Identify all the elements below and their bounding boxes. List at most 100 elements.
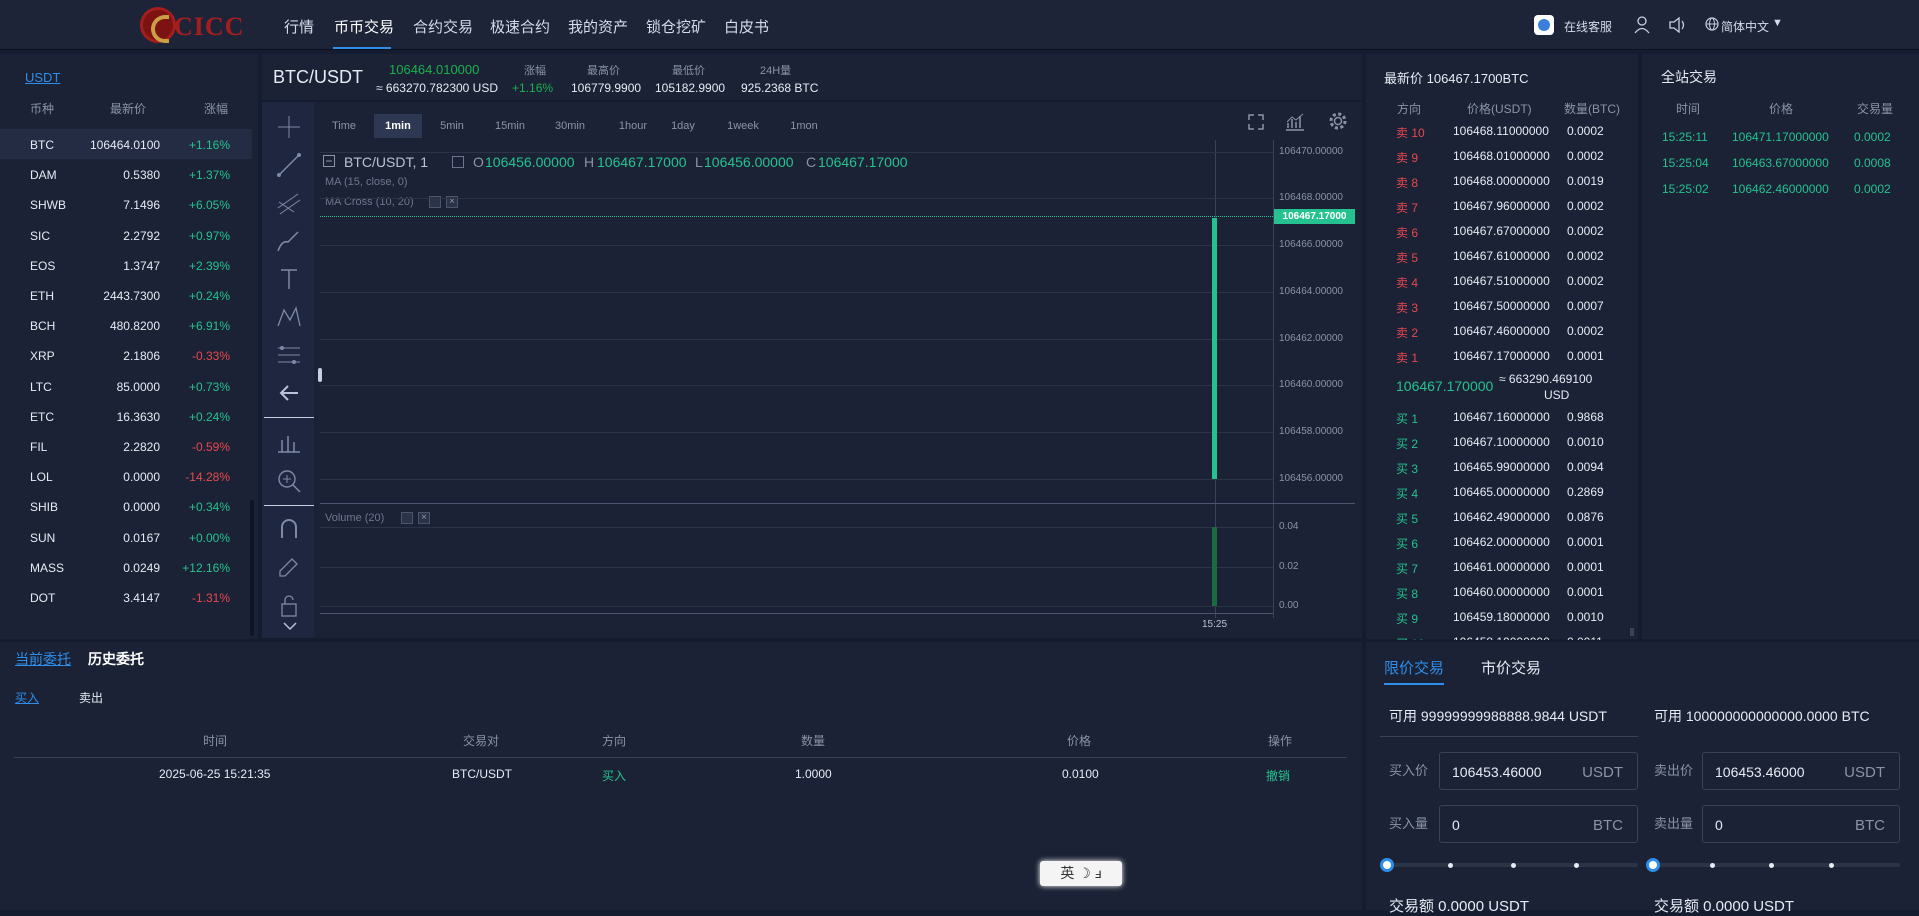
list-item[interactable]: FIL 2.2820 -0.59% <box>0 431 252 461</box>
ask-row[interactable]: 卖 9 106468.01000000 0.0002 <box>1366 143 1636 168</box>
bid-row[interactable]: 买 3 106465.99000000 0.0094 <box>1366 454 1636 479</box>
cancel-order-button[interactable]: 撤销 <box>1266 767 1290 784</box>
user-icon[interactable] <box>1634 16 1650 34</box>
magnet-icon[interactable] <box>274 514 304 544</box>
ask-row[interactable]: 卖 4 106467.51000000 0.0002 <box>1366 268 1636 293</box>
buy-slider-75[interactable] <box>1574 863 1579 868</box>
chevron-down-icon[interactable] <box>282 620 298 632</box>
list-item[interactable]: SIC 2.2792 +0.97% <box>0 220 252 250</box>
list-item[interactable]: ADA 0.5824 -0.02% <box>0 612 252 622</box>
tab-current-orders[interactable]: 当前委托 <box>15 649 71 669</box>
list-item[interactable]: SUN 0.0167 +0.00% <box>0 522 252 552</box>
market-scrollbar[interactable] <box>250 500 254 636</box>
ime-toolbar[interactable]: 英 ☽ ⅎ <box>1040 861 1122 886</box>
buy-slider-50[interactable] <box>1511 863 1516 868</box>
legend-settings-icon[interactable] <box>452 156 464 168</box>
brush-icon[interactable] <box>274 226 304 256</box>
prediction-icon[interactable] <box>274 340 304 370</box>
sell-slider-50[interactable] <box>1769 863 1774 868</box>
volume-close-icon[interactable]: × <box>418 512 430 524</box>
customer-service-icon[interactable] <box>1534 15 1554 35</box>
measure-icon[interactable] <box>274 428 304 458</box>
pattern-icon[interactable] <box>274 302 304 332</box>
indicators-icon[interactable] <box>1284 112 1306 132</box>
ask-row[interactable]: 卖 2 106467.46000000 0.0002 <box>1366 318 1636 343</box>
list-item[interactable]: EOS 1.3747 +2.39% <box>0 250 252 280</box>
crosshair-icon[interactable] <box>274 112 304 142</box>
fib-icon[interactable] <box>274 188 304 218</box>
settings-gear-icon[interactable] <box>1328 111 1348 131</box>
text-tool-icon[interactable] <box>274 264 304 294</box>
fullscreen-icon[interactable] <box>1246 112 1266 132</box>
brand-logo[interactable]: CICC <box>138 6 248 44</box>
speaker-icon[interactable] <box>1669 17 1687 33</box>
buy-slider-25[interactable] <box>1448 863 1453 868</box>
timeframe-1day[interactable]: 1day <box>664 114 702 138</box>
arrow-left-icon[interactable] <box>274 378 304 408</box>
timeframe-30min[interactable]: 30min <box>546 114 594 138</box>
pencil-lock-icon[interactable] <box>274 552 304 582</box>
list-item[interactable]: DOT 3.4147 -1.31% <box>0 582 252 612</box>
timeframe-Time[interactable]: Time <box>324 114 364 138</box>
ask-row[interactable]: 卖 10 106468.11000000 0.0002 <box>1366 118 1636 143</box>
nav-market[interactable]: 行情 <box>284 16 314 37</box>
timeframe-1mon[interactable]: 1mon <box>782 114 826 138</box>
ask-row[interactable]: 卖 8 106468.00000000 0.0019 <box>1366 168 1636 193</box>
nav-assets[interactable]: 我的资产 <box>568 16 628 37</box>
chevron-down-icon[interactable]: ▼ <box>1772 17 1783 29</box>
subtab-buy[interactable]: 买入 <box>15 689 39 706</box>
list-item[interactable]: ETC 16.3630 +0.24% <box>0 401 252 431</box>
pane-divider[interactable] <box>320 503 1355 504</box>
language-select[interactable]: 简体中文 <box>1721 18 1769 35</box>
nav-fast-contract[interactable]: 极速合约 <box>490 16 550 37</box>
buy-price-input[interactable]: 106453.46000 USDT <box>1439 752 1638 790</box>
list-item[interactable]: DAM 0.5380 +1.37% <box>0 159 252 189</box>
orderbook-scrollbar[interactable] <box>1630 628 1634 636</box>
list-item[interactable]: MASS 0.0249 +12.16% <box>0 552 252 582</box>
bid-row[interactable]: 买 8 106460.00000000 0.0001 <box>1366 579 1636 604</box>
list-item[interactable]: XRP 2.1806 -0.33% <box>0 340 252 370</box>
globe-icon[interactable] <box>1705 17 1719 31</box>
buy-qty-input[interactable]: 0 BTC <box>1439 805 1638 843</box>
ask-row[interactable]: 卖 1 106467.17000000 0.0001 <box>1366 343 1636 368</box>
sell-slider-75[interactable] <box>1829 863 1834 868</box>
bid-row[interactable]: 买 9 106459.18000000 0.0010 <box>1366 604 1636 629</box>
nav-whitepaper[interactable]: 白皮书 <box>724 16 769 37</box>
sell-qty-input[interactable]: 0 BTC <box>1702 805 1900 843</box>
ask-row[interactable]: 卖 3 106467.50000000 0.0007 <box>1366 293 1636 318</box>
subtab-sell[interactable]: 卖出 <box>79 689 103 706</box>
sell-slider-knob[interactable] <box>1646 858 1660 872</box>
buy-slider-knob[interactable] <box>1380 858 1394 872</box>
list-item[interactable]: BCH 480.8200 +6.91% <box>0 310 252 340</box>
collapse-legend-icon[interactable] <box>323 155 335 167</box>
list-item[interactable]: ETH 2443.7300 +0.24% <box>0 280 252 310</box>
volume-settings-icon[interactable] <box>401 512 413 524</box>
nav-contract[interactable]: 合约交易 <box>413 16 473 37</box>
timeframe-5min[interactable]: 5min <box>432 114 472 138</box>
timeframe-1week[interactable]: 1week <box>720 114 766 138</box>
timeframe-1hour[interactable]: 1hour <box>610 114 656 138</box>
tab-limit-order[interactable]: 限价交易 <box>1384 657 1445 685</box>
list-item[interactable]: LTC 85.0000 +0.73% <box>0 371 252 401</box>
ask-row[interactable]: 卖 6 106467.67000000 0.0002 <box>1366 218 1636 243</box>
ask-row[interactable]: 卖 5 106467.61000000 0.0002 <box>1366 243 1636 268</box>
bid-row[interactable]: 买 7 106461.00000000 0.0001 <box>1366 554 1636 579</box>
tab-market-order[interactable]: 市价交易 <box>1481 657 1541 678</box>
bid-row[interactable]: 买 4 106465.00000000 0.2869 <box>1366 479 1636 504</box>
list-item[interactable]: SHIB 0.0000 +0.34% <box>0 491 252 521</box>
sell-amount-slider[interactable] <box>1650 863 1900 867</box>
sell-slider-25[interactable] <box>1710 863 1715 868</box>
bid-row[interactable]: 买 1 106467.16000000 0.9868 <box>1366 404 1636 429</box>
trend-line-icon[interactable] <box>274 150 304 180</box>
bid-row[interactable]: 买 10 106458.10000000 0.0011 <box>1366 629 1636 640</box>
tab-history-orders[interactable]: 历史委托 <box>88 649 144 669</box>
customer-service-link[interactable]: 在线客服 <box>1564 18 1612 35</box>
bid-row[interactable]: 买 2 106467.10000000 0.0010 <box>1366 429 1636 454</box>
tab-usdt[interactable]: USDT <box>25 70 60 85</box>
timeframe-15min[interactable]: 15min <box>488 114 532 138</box>
list-item[interactable]: LOL 0.0000 -14.28% <box>0 461 252 491</box>
bid-row[interactable]: 买 5 106462.49000000 0.0876 <box>1366 504 1636 529</box>
bid-row[interactable]: 买 6 106462.00000000 0.0001 <box>1366 529 1636 554</box>
panel-resize-handle[interactable] <box>318 368 322 382</box>
zoom-in-icon[interactable] <box>274 466 304 496</box>
